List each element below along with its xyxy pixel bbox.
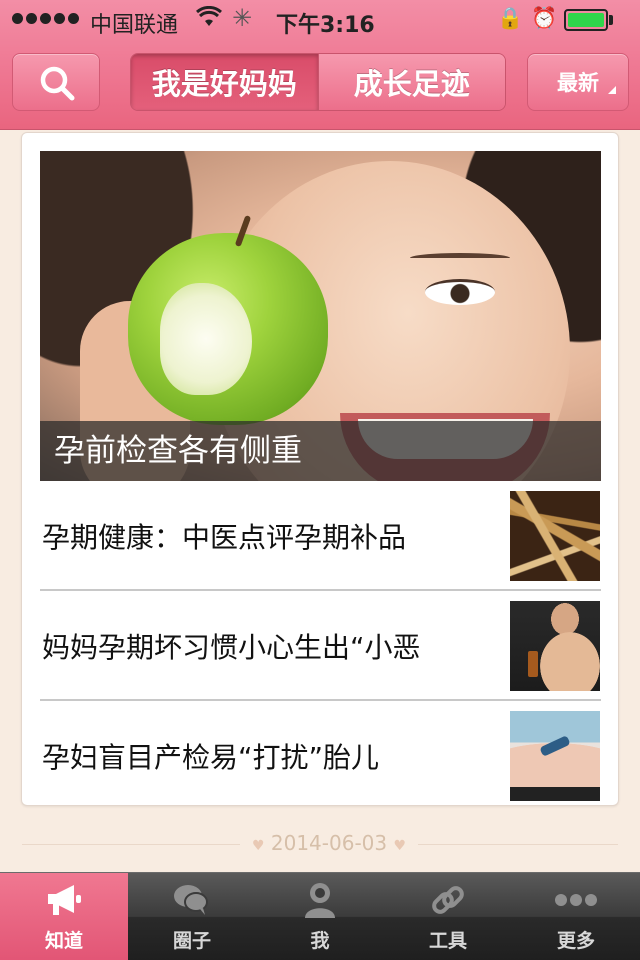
person-icon (298, 878, 342, 922)
tab-know[interactable]: 知道 (0, 873, 128, 960)
heart-icon: ♥ (251, 838, 265, 854)
article-card: 孕前检查各有侧重 孕期健康：中医点评孕期补品 妈妈孕期坏习惯小心生出“小恶 孕妇… (21, 132, 619, 806)
sort-latest-button[interactable]: 最新 (527, 53, 629, 111)
battery-icon (564, 9, 608, 31)
status-bar: 中国联通 ✳ 下午3:16 🔒 ⏰ (0, 0, 640, 40)
list-item[interactable]: 孕妇盲目产检易“打扰”胎儿 (40, 701, 601, 811)
article-thumbnail (510, 711, 600, 801)
tab-label: 圈子 (172, 930, 211, 952)
list-item[interactable]: 妈妈孕期坏习惯小心生出“小恶 (40, 591, 601, 701)
segmented-control: 我是好妈妈 成长足迹 (130, 53, 506, 111)
alarm-icon: ⏰ (531, 6, 558, 30)
chat-bubbles-icon (170, 878, 214, 922)
heart-icon: ♥ (393, 838, 407, 854)
article-title: 孕期健康：中医点评孕期补品 (42, 521, 407, 554)
dropdown-corner-icon (608, 86, 616, 94)
top-bar: 中国联通 ✳ 下午3:16 🔒 ⏰ 我是好妈妈 成长足迹 最新 (0, 0, 640, 130)
tab-tools[interactable]: 工具 (384, 873, 512, 960)
tab-growth-footprints[interactable]: 成长足迹 (317, 54, 505, 110)
tab-label: 知道 (44, 930, 83, 952)
carrier-name: 中国联通 (90, 13, 179, 38)
article-thumbnail (510, 601, 600, 691)
bottom-tab-bar: 知道 圈子 我 工具 更多 (0, 872, 640, 960)
list-item[interactable]: 孕期健康：中医点评孕期补品 (40, 481, 601, 591)
rotation-lock-icon: 🔒 (497, 6, 524, 30)
search-icon (40, 66, 75, 101)
article-title: 孕妇盲目产检易“打扰”胎儿 (42, 741, 380, 774)
date-separator: ♥ 2014-06-03 ♥ (0, 828, 640, 858)
feature-caption: 孕前检查各有侧重 (40, 421, 601, 481)
tab-label: 我 (310, 930, 330, 952)
status-time: 下午3:16 (276, 13, 375, 38)
tab-circle[interactable]: 圈子 (128, 873, 256, 960)
tab-label: 工具 (428, 930, 467, 952)
battery-tip (609, 15, 613, 25)
article-thumbnail (510, 491, 600, 581)
sort-latest-label: 最新 (557, 71, 599, 95)
date-label: 2014-06-03 (270, 831, 388, 855)
activity-spinner-icon: ✳ (232, 4, 253, 32)
feature-article[interactable]: 孕前检查各有侧重 (40, 151, 601, 481)
megaphone-icon (42, 878, 86, 922)
signal-icon (12, 13, 79, 24)
tab-me[interactable]: 我 (256, 873, 384, 960)
wifi-icon (196, 5, 222, 34)
search-button[interactable] (12, 53, 100, 111)
tab-more[interactable]: 更多 (512, 873, 640, 960)
more-dots-icon (554, 878, 598, 922)
tab-good-mom[interactable]: 我是好妈妈 (131, 54, 318, 110)
article-title: 妈妈孕期坏习惯小心生出“小恶 (42, 631, 421, 664)
link-chain-icon (426, 878, 470, 922)
tab-label: 更多 (556, 930, 595, 952)
